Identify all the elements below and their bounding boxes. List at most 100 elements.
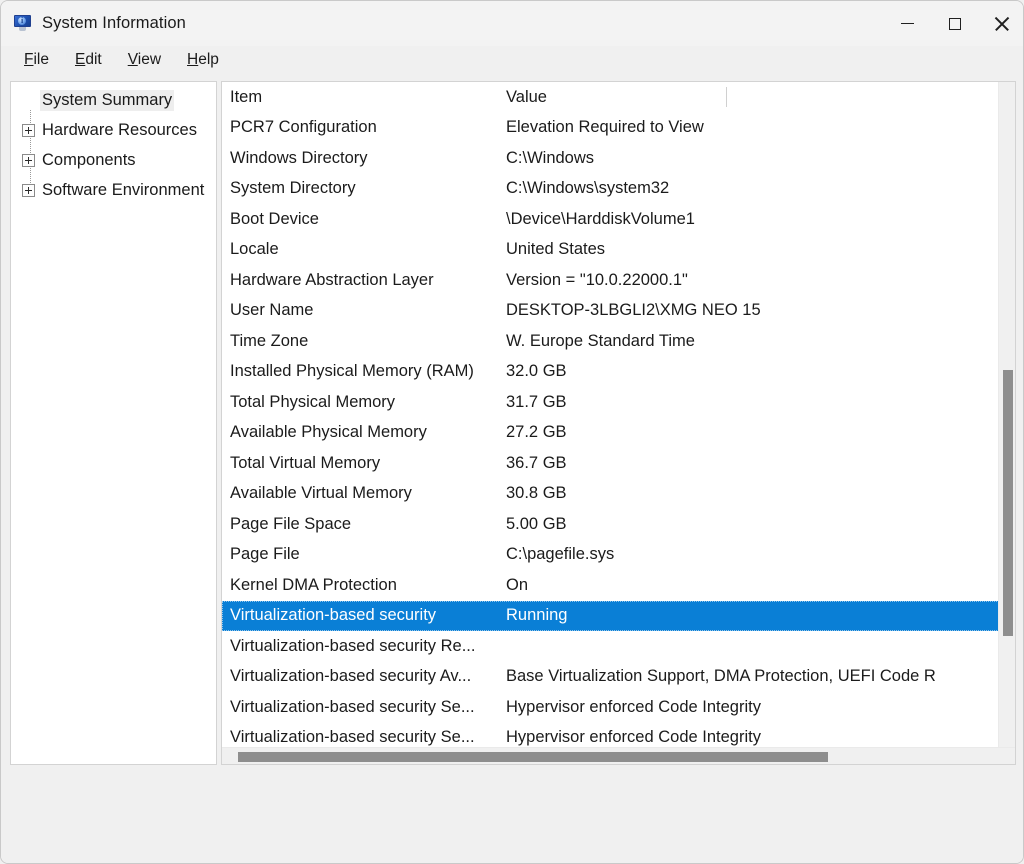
cell-item: Locale [230, 240, 279, 259]
menu-item-file[interactable]: File [11, 49, 62, 71]
close-icon [994, 16, 1009, 31]
table-row[interactable]: System Directory C:\Windows\system32 [222, 174, 999, 205]
menu-edit-accel: E [74, 50, 86, 68]
details-horizontal-scrollbar[interactable] [222, 747, 1015, 764]
table-row[interactable]: Virtualization-based security Se... Hyper… [222, 692, 999, 723]
menu-item-edit[interactable]: Edit [62, 49, 115, 71]
title-bar: System Information [1, 1, 1023, 46]
table-row[interactable]: PCR7 Configuration Elevation Required to … [222, 113, 999, 144]
table-row[interactable]: Boot Device \Device\HarddiskVolume1 [222, 204, 999, 235]
details-list-rows: PCR7 Configuration Elevation Required to … [222, 113, 999, 746]
cell-item: Available Virtual Memory [230, 484, 412, 503]
table-row[interactable]: User Name DESKTOP-3LBGLI2\XMG NEO 15 [222, 296, 999, 327]
maximize-button[interactable] [931, 1, 978, 46]
cell-item: Available Physical Memory [230, 423, 427, 442]
table-row[interactable]: Available Virtual Memory 30.8 GB [222, 479, 999, 510]
cell-value: Version = "10.0.22000.1" [506, 270, 688, 289]
cell-value: Base Virtualization Support, DMA Protect… [506, 667, 936, 686]
cell-item: Total Physical Memory [230, 392, 396, 411]
column-header-item[interactable]: Item [222, 88, 506, 107]
column-divider[interactable] [726, 87, 727, 107]
tree-item-label: Software Environment [42, 180, 205, 199]
cell-item: Virtualization-based security Se... [230, 728, 475, 746]
cell-value: Hypervisor enforced Code Integrity [506, 697, 761, 716]
menu-edit-rest: dit [85, 50, 102, 68]
table-row[interactable]: Virtualization-based security Av... Base … [222, 662, 999, 693]
expand-plus-icon[interactable] [22, 123, 35, 137]
menu-item-view[interactable]: View [115, 49, 174, 71]
column-header-value[interactable]: Value [506, 88, 999, 107]
details-vertical-scroll-thumb[interactable] [1003, 370, 1013, 636]
cell-item: System Directory [230, 179, 356, 198]
expand-plus-icon[interactable] [22, 183, 35, 197]
cell-item: Page File Space [230, 514, 352, 533]
menu-view-accel: V [127, 50, 138, 68]
table-row[interactable]: Kernel DMA Protection On [222, 570, 999, 601]
details-list-clip: Item Value PCR7 Configuration Elevation R… [222, 82, 999, 746]
tree-item-label: System Summary [40, 89, 175, 111]
cell-item: User Name [230, 301, 314, 320]
cell-value: On [506, 575, 529, 594]
table-row[interactable]: Total Physical Memory 31.7 GB [222, 387, 999, 418]
cell-item: Time Zone [230, 331, 309, 350]
list-header-row: Item Value [222, 82, 999, 113]
details-vertical-scrollbar[interactable] [998, 82, 1015, 748]
tree-item-components[interactable]: Components [11, 145, 216, 175]
cell-item: Hardware Abstraction Layer [230, 270, 434, 289]
cell-value: C:\Windows\system32 [506, 179, 670, 198]
table-row[interactable]: Locale United States [222, 235, 999, 266]
table-row[interactable]: Virtualization-based security Running [222, 600, 999, 631]
window-title: System Information [42, 14, 186, 32]
cell-item: Page File [230, 545, 300, 564]
cell-item: Kernel DMA Protection [230, 575, 397, 594]
table-row[interactable]: Time Zone W. Europe Standard Time [222, 326, 999, 357]
details-horizontal-scroll-thumb[interactable] [238, 752, 828, 762]
minimize-button[interactable] [884, 1, 931, 46]
cell-value: 5.00 GB [506, 514, 567, 533]
table-row[interactable]: Windows Directory C:\Windows [222, 143, 999, 174]
category-tree-pane[interactable]: System Summary Hardware Resources Componen… [10, 81, 217, 765]
cell-value: United States [506, 240, 606, 259]
system-information-icon [14, 14, 32, 33]
menu-bar: File Edit View Help [1, 46, 1023, 73]
table-row[interactable]: Available Physical Memory 27.2 GB [222, 418, 999, 449]
table-row[interactable]: Virtualization-based security Se... Hyper… [222, 723, 999, 746]
menu-item-help[interactable]: Help [174, 49, 232, 71]
menu-view-rest: iew [137, 50, 162, 68]
table-row[interactable]: Page File Space 5.00 GB [222, 509, 999, 540]
system-information-window: System Information File Edit View Help S… [0, 0, 1024, 864]
cell-value: W. Europe Standard Time [506, 331, 695, 350]
category-tree-list: System Summary Hardware Resources Componen… [11, 82, 216, 205]
tree-item-system-summary[interactable]: System Summary [11, 85, 216, 115]
expand-plus-icon[interactable] [22, 153, 35, 167]
table-row[interactable]: Virtualization-based security Re... [222, 631, 999, 662]
cell-item: Virtualization-based security Av... [230, 667, 472, 686]
details-list-pane[interactable]: Item Value PCR7 Configuration Elevation R… [221, 81, 1016, 765]
menu-file-rest: ile [33, 50, 49, 68]
cell-value: Running [506, 606, 568, 625]
cell-value: DESKTOP-3LBGLI2\XMG NEO 15 [506, 301, 761, 320]
tree-item-label: Hardware Resources [42, 120, 197, 139]
tree-item-label: Components [42, 150, 136, 169]
tree-item-hardware-resources[interactable]: Hardware Resources [11, 115, 216, 145]
cell-item: Virtualization-based security [230, 606, 437, 625]
cell-item: Virtualization-based security Re... [230, 636, 476, 655]
window-controls [884, 1, 1023, 46]
close-button[interactable] [978, 1, 1023, 46]
cell-value: C:\pagefile.sys [506, 545, 615, 564]
cell-item: Boot Device [230, 209, 319, 228]
table-row[interactable]: Installed Physical Memory (RAM) 32.0 GB [222, 357, 999, 388]
cell-value: C:\Windows [506, 148, 595, 167]
table-row[interactable]: Total Virtual Memory 36.7 GB [222, 448, 999, 479]
cell-item: PCR7 Configuration [230, 118, 377, 137]
cell-value: 32.0 GB [506, 362, 567, 381]
table-row[interactable]: Hardware Abstraction Layer Version = "10.… [222, 265, 999, 296]
cell-value: 27.2 GB [506, 423, 567, 442]
find-bar: Find what: Find Close Find Search select… [1, 773, 1023, 863]
table-row[interactable]: Page File C:\pagefile.sys [222, 540, 999, 571]
menu-help-accel: H [187, 50, 199, 68]
cell-item: Virtualization-based security Se... [230, 697, 475, 716]
tree-item-software-environment[interactable]: Software Environment [11, 175, 216, 205]
cell-value: 30.8 GB [506, 484, 567, 503]
minimize-icon [901, 22, 914, 25]
